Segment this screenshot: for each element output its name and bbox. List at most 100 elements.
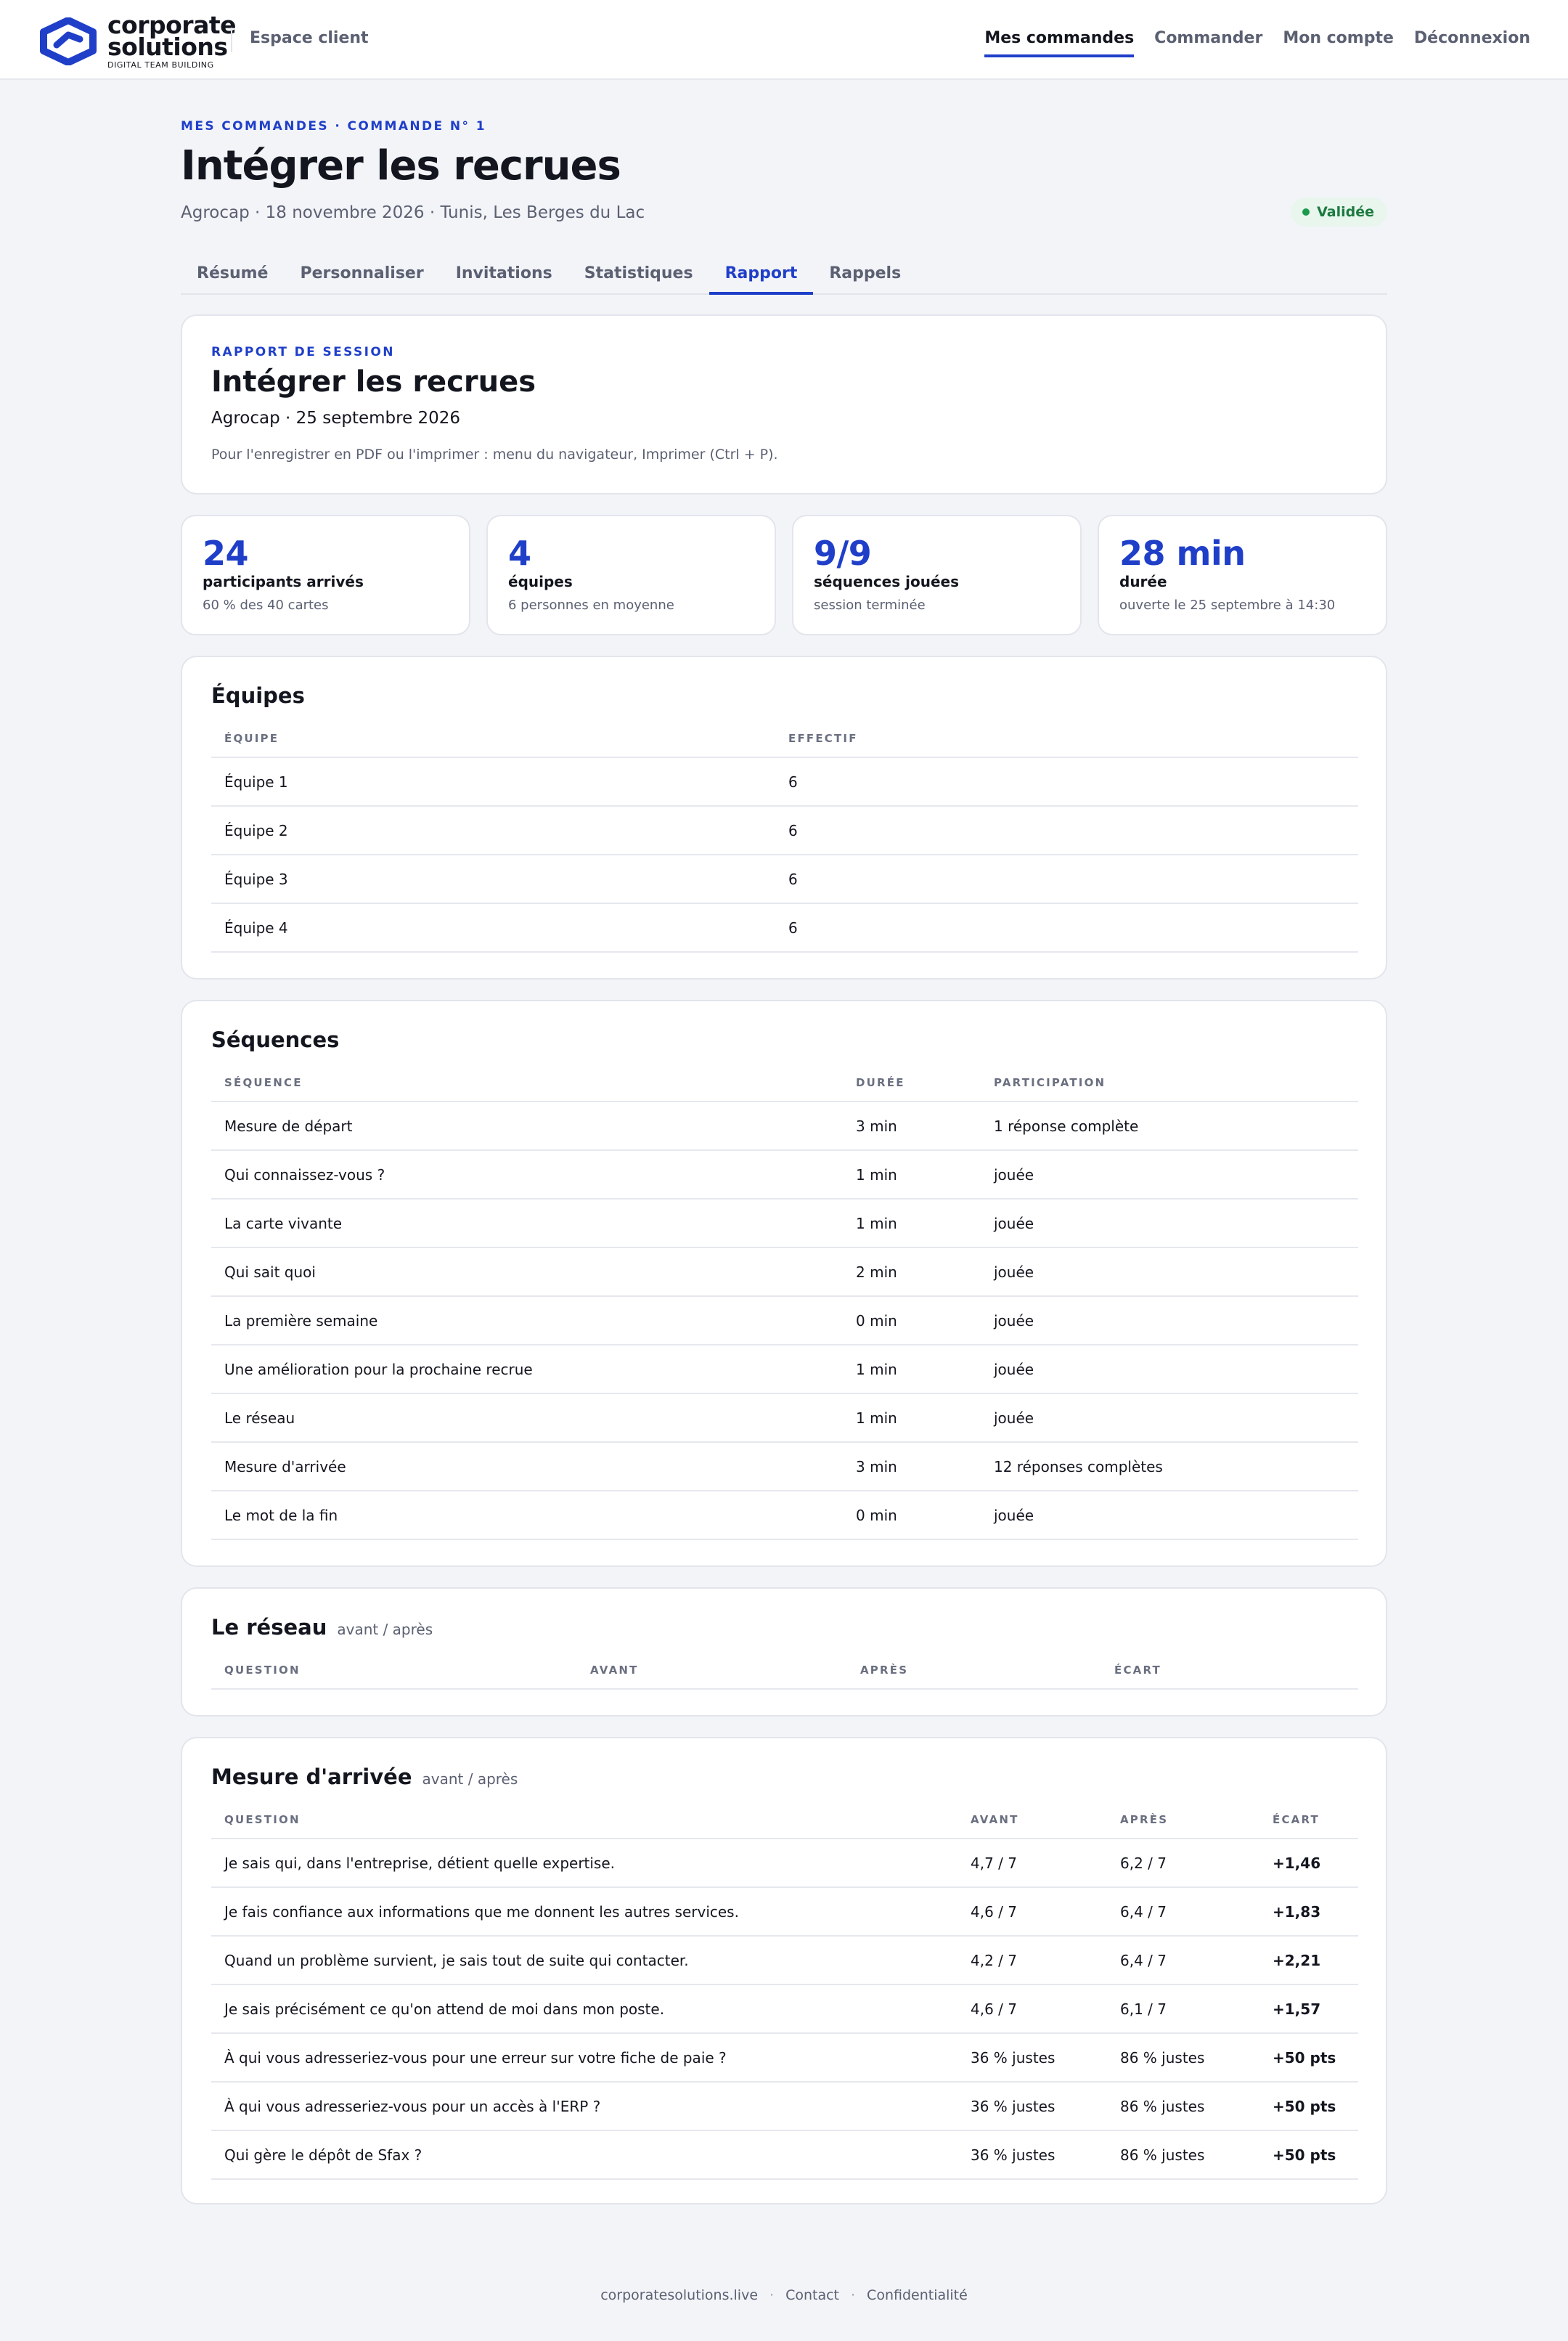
teams-table: ÉQUIPE EFFECTIF Équipe 16 Équipe 26 Équi… (211, 720, 1358, 953)
team-size: 6 (775, 757, 1358, 807)
status-label: Validée (1317, 204, 1374, 220)
nav-logout[interactable]: Déconnexion (1414, 29, 1530, 57)
table-row: À qui vous adresseriez-vous pour un accè… (211, 2082, 1358, 2131)
table-header-row: QUESTION AVANT APRÈS ÉCART (211, 1651, 1358, 1690)
col-duration: DURÉE (843, 1064, 981, 1102)
sequence-name: Mesure de départ (211, 1102, 843, 1151)
sequence-participation: jouée (981, 1296, 1358, 1345)
network-table: QUESTION AVANT APRÈS ÉCART (211, 1651, 1358, 1690)
table-row: Équipe 36 (211, 855, 1358, 904)
sequence-name: Une amélioration pour la prochaine recru… (211, 1345, 843, 1394)
table-row: Une amélioration pour la prochaine recru… (211, 1345, 1358, 1394)
page-title: Intégrer les recrues (181, 142, 621, 190)
gap-value: +1,83 (1259, 1887, 1358, 1937)
table-row: Je sais précisément ce qu'on attend de m… (211, 1984, 1358, 2034)
table-row: La carte vivante 1 min jouée (211, 1199, 1358, 1248)
teams-card: Équipes ÉQUIPE EFFECTIF Équipe 16 Équipe… (181, 656, 1387, 980)
sequence-duration: 1 min (843, 1345, 981, 1394)
gap-value: +50 pts (1259, 2033, 1358, 2083)
report-eyebrow: RAPPORT DE SESSION (211, 345, 395, 359)
sequence-duration: 0 min (843, 1491, 981, 1540)
table-row: Qui connaissez-vous ? 1 min jouée (211, 1150, 1358, 1200)
team-name: Équipe 2 (211, 806, 775, 855)
team-size: 6 (775, 855, 1358, 904)
tab-reminders[interactable]: Rappels (813, 256, 917, 295)
col-after: APRÈS (847, 1651, 1101, 1690)
stat-card-participants: 24 participants arrivés 60 % des 40 cart… (181, 515, 470, 635)
before-value: 4,2 / 7 (957, 1936, 1107, 1985)
table-row: Mesure d'arrivée 3 min 12 réponses complèt… (211, 1442, 1358, 1491)
question-text: À qui vous adresseriez-vous pour une err… (211, 2033, 957, 2083)
stat-label: participants arrivés (203, 573, 364, 590)
before-value: 4,6 / 7 (957, 1984, 1107, 2034)
after-value: 6,4 / 7 (1107, 1887, 1259, 1937)
tab-customize[interactable]: Personnaliser (284, 256, 439, 295)
sequence-participation: jouée (981, 1150, 1358, 1200)
sequence-duration: 1 min (843, 1393, 981, 1443)
brand-logo-icon[interactable] (38, 17, 99, 65)
stat-sub: 60 % des 40 cartes (203, 598, 329, 613)
sequence-duration: 3 min (843, 1442, 981, 1491)
stat-card-teams: 4 équipes 6 personnes en moyenne (486, 515, 776, 635)
question-text: Quand un problème survient, je sais tout… (211, 1936, 957, 1985)
tab-statistics[interactable]: Statistiques (568, 256, 709, 295)
footer-link-site[interactable]: corporatesolutions.live (600, 2287, 758, 2303)
table-row: Équipe 16 (211, 757, 1358, 807)
stat-label: séquences jouées (814, 573, 959, 590)
tab-summary[interactable]: Résumé (181, 256, 284, 295)
footer-link-contact[interactable]: Contact (785, 2287, 839, 2303)
sequence-name: Qui connaissez-vous ? (211, 1150, 843, 1200)
sequences-title: Séquences (211, 1027, 340, 1052)
sequence-name: Le réseau (211, 1393, 843, 1443)
after-value: 86 % justes (1107, 2033, 1259, 2083)
before-value: 4,7 / 7 (957, 1839, 1107, 1888)
after-value: 6,4 / 7 (1107, 1936, 1259, 1985)
sequence-duration: 3 min (843, 1102, 981, 1151)
question-text: Je sais qui, dans l'entreprise, détient … (211, 1839, 957, 1888)
arrival-table: QUESTION AVANT APRÈS ÉCART Je sais qui, … (211, 1801, 1358, 2180)
col-before: AVANT (577, 1651, 847, 1690)
sequence-participation: jouée (981, 1247, 1358, 1297)
stat-card-sequences: 9/9 séquences jouées session terminée (792, 515, 1082, 635)
col-question: QUESTION (211, 1651, 577, 1690)
sequence-participation: jouée (981, 1345, 1358, 1394)
brand-line-2: solutions (107, 33, 228, 61)
team-size: 6 (775, 903, 1358, 953)
arrival-title-text: Mesure d'arrivée (211, 1764, 412, 1789)
arrival-title: Mesure d'arrivée avant / après (211, 1764, 518, 1789)
breadcrumb[interactable]: MES COMMANDES · COMMANDE N° 1 (181, 119, 486, 134)
sequence-participation: jouée (981, 1491, 1358, 1540)
sequence-duration: 1 min (843, 1150, 981, 1200)
tab-report[interactable]: Rapport (709, 256, 814, 295)
brand-tagline: DIGITAL TEAM BUILDING (107, 60, 214, 70)
col-sequence: SÉQUENCE (211, 1064, 843, 1102)
col-gap: ÉCART (1259, 1801, 1358, 1839)
stat-sub: session terminée (814, 598, 926, 613)
stat-label: durée (1119, 573, 1167, 590)
stat-label: équipes (508, 573, 573, 590)
gap-value: +2,21 (1259, 1936, 1358, 1985)
sequence-duration: 1 min (843, 1199, 981, 1248)
sequences-table: SÉQUENCE DURÉE PARTICIPATION Mesure de d… (211, 1064, 1358, 1540)
nav-order[interactable]: Commander (1154, 29, 1262, 57)
col-gap: ÉCART (1101, 1651, 1358, 1690)
after-value: 86 % justes (1107, 2130, 1259, 2180)
network-title-text: Le réseau (211, 1615, 327, 1640)
status-badge: Validée (1291, 198, 1387, 227)
nav-my-account[interactable]: Mon compte (1283, 29, 1394, 57)
table-row: Équipe 26 (211, 806, 1358, 855)
question-text: Je sais précisément ce qu'on attend de m… (211, 1984, 957, 2034)
table-row: Qui sait quoi 2 min jouée (211, 1247, 1358, 1297)
table-row: La première semaine 0 min jouée (211, 1296, 1358, 1345)
brand-wordmark: corporate solutions DIGITAL TEAM BUILDIN… (107, 13, 237, 71)
network-card: Le réseau avant / après QUESTION AVANT AP… (181, 1587, 1387, 1717)
network-title: Le réseau avant / après (211, 1615, 433, 1640)
tab-invitations[interactable]: Invitations (440, 256, 568, 295)
footer-link-privacy[interactable]: Confidentialité (867, 2287, 968, 2303)
after-value: 6,2 / 7 (1107, 1839, 1259, 1888)
nav-my-orders[interactable]: Mes commandes (984, 29, 1135, 57)
col-after: APRÈS (1107, 1801, 1259, 1839)
table-header-row: ÉQUIPE EFFECTIF (211, 720, 1358, 758)
footer: corporatesolutions.live · Contact · Confiden… (0, 2287, 1568, 2303)
table-row: Mesure de départ 3 min 1 réponse complète (211, 1102, 1358, 1151)
